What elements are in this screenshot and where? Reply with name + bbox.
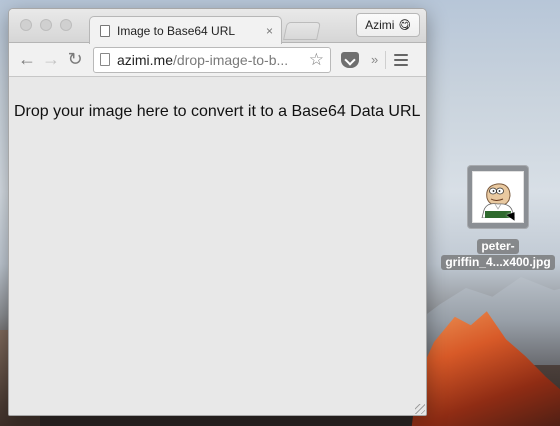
file-name-line-2: griffin_4...x400.jpg: [441, 255, 555, 270]
page-content[interactable]: Drop your image here to convert it to a …: [9, 78, 426, 415]
minimize-window-button[interactable]: [40, 19, 52, 31]
extensions-overflow-icon[interactable]: »: [371, 52, 378, 67]
resize-grip[interactable]: [415, 404, 425, 414]
new-tab-button[interactable]: [283, 22, 321, 40]
pocket-icon[interactable]: [341, 51, 359, 68]
toolbar-divider: [385, 50, 387, 69]
page-icon: [100, 53, 110, 66]
menu-icon[interactable]: [394, 53, 409, 66]
maximize-window-button[interactable]: [60, 19, 72, 31]
url-domain: azimi.me: [117, 51, 174, 68]
page-icon: [100, 24, 110, 37]
address-bar[interactable]: azimi.me/drop-image-to-b... ☆: [93, 46, 331, 73]
title-bar: Image to Base64 URL × Azimi 😋: [9, 9, 426, 44]
file-name-line-1: peter-: [477, 239, 519, 254]
file-name-label[interactable]: peter- griffin_4...x400.jpg: [441, 239, 555, 270]
url-path: /drop-image-to-b...: [173, 51, 289, 68]
window-controls: [20, 19, 72, 31]
browser-window: Image to Base64 URL × Azimi 😋 ← → ↻ azim…: [8, 8, 427, 416]
desktop-file[interactable]: peter- griffin_4...x400.jpg: [438, 165, 558, 270]
profile-button[interactable]: Azimi 😋: [356, 13, 420, 37]
drop-instructions: Drop your image here to convert it to a …: [14, 103, 421, 120]
tab-close-button[interactable]: ×: [266, 24, 273, 38]
file-thumbnail[interactable]: [467, 165, 529, 229]
bookmark-star-icon[interactable]: ☆: [309, 50, 324, 70]
image-preview: [472, 171, 524, 223]
profile-emoji: 😋: [398, 18, 411, 32]
profile-name: Azimi: [365, 18, 395, 32]
browser-toolbar: ← → ↻ azimi.me/drop-image-to-b... ☆ »: [9, 43, 426, 77]
close-window-button[interactable]: [20, 19, 32, 31]
browser-tab[interactable]: Image to Base64 URL ×: [89, 16, 282, 44]
url-text[interactable]: azimi.me/drop-image-to-b...: [117, 52, 305, 68]
reload-button[interactable]: ↻: [63, 48, 87, 72]
forward-button[interactable]: →: [39, 48, 63, 72]
tab-title: Image to Base64 URL: [117, 23, 236, 38]
back-button[interactable]: ←: [15, 48, 39, 72]
